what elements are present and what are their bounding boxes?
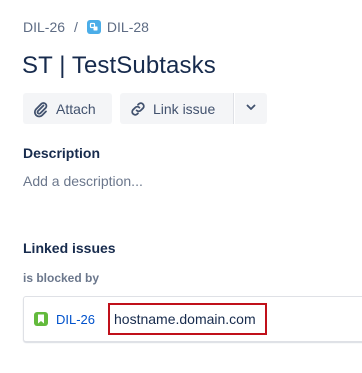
more-actions-dropdown-button[interactable] [235,93,267,124]
linked-issue-card[interactable]: DIL-26 hostname.domain.com [23,296,362,342]
link-icon [129,100,147,118]
breadcrumb-current-link[interactable]: DIL-28 [107,19,149,35]
description-placeholder[interactable]: Add a description... [23,173,143,189]
breadcrumb: DIL-26 / DIL-28 [23,17,149,37]
toolbar-divider [233,93,234,124]
linked-issue-key-link[interactable]: DIL-26 [56,312,95,327]
attach-label: Attach [56,100,96,117]
subtask-icon [86,20,101,34]
story-icon [34,312,48,326]
breadcrumb-separator: / [74,19,78,35]
issue-title[interactable]: ST | TestSubtasks [22,52,216,80]
chevron-down-icon [244,100,258,117]
linked-issues-heading: Linked issues [23,240,116,256]
link-issue-label: Link issue [153,100,216,117]
link-relation-label: is blocked by [23,271,100,285]
issue-toolbar: Attach Link issue [23,93,267,124]
linked-issue-summary[interactable]: hostname.domain.com [108,303,267,335]
description-heading: Description [23,145,101,161]
paperclip-icon [32,100,50,118]
attach-button[interactable]: Attach [23,93,112,124]
issue-view: DIL-26 / DIL-28 ST | TestSubtasks Attach [0,0,362,373]
link-issue-button[interactable]: Link issue [120,93,233,124]
breadcrumb-parent-link[interactable]: DIL-26 [23,19,65,35]
